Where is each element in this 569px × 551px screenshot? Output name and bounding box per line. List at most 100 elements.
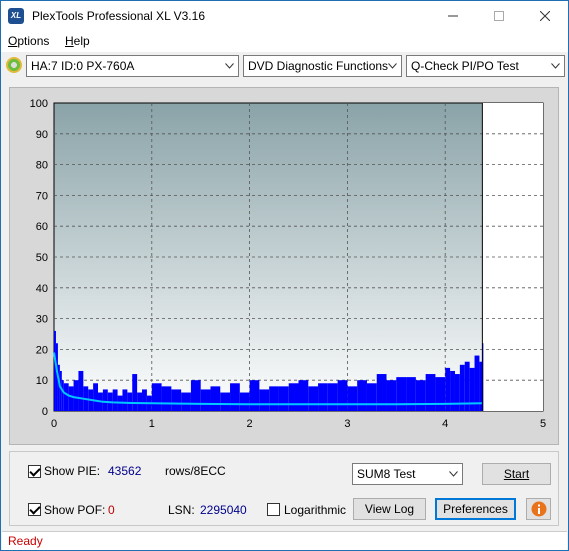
function-select[interactable]: DVD Diagnostic Functions xyxy=(243,55,402,77)
pie-bar xyxy=(68,386,74,411)
show-pie-checkbox[interactable] xyxy=(28,465,41,478)
app-window: XL PlexTools Professional XL V3.16 Optio… xyxy=(0,0,569,551)
pof-value: 0 xyxy=(108,503,115,517)
pie-bar xyxy=(59,370,62,411)
start-button[interactable]: Start xyxy=(482,463,551,485)
pie-bar xyxy=(308,386,319,411)
pie-bar xyxy=(151,383,162,411)
show-pof-label: Show POF: xyxy=(44,503,106,517)
y-tick-label: 80 xyxy=(36,160,48,172)
pie-bar xyxy=(415,380,426,411)
pie-bar xyxy=(137,392,143,411)
pie-bar xyxy=(122,389,128,411)
menu-options[interactable]: Options xyxy=(8,34,49,48)
pie-bar xyxy=(210,386,221,411)
pie-bar xyxy=(171,389,182,411)
pie-bar xyxy=(239,392,250,411)
pie-bar xyxy=(102,389,108,411)
pie-bar xyxy=(469,367,475,411)
y-tick-label: 20 xyxy=(36,344,48,356)
view-log-button[interactable]: View Log xyxy=(353,498,426,520)
rows-unit-label: rows/8ECC xyxy=(165,464,226,478)
preferences-label: Preferences xyxy=(443,502,508,516)
pie-bar xyxy=(63,383,69,411)
pie-bar xyxy=(269,386,279,411)
info-icon xyxy=(531,501,546,517)
pie-bar xyxy=(288,383,299,411)
y-tick-labels: 0 10 20 30 40 50 60 70 80 90 100 xyxy=(30,98,48,418)
pie-chart: 0 10 20 30 40 50 60 70 80 90 100 0 1 2 3 4 5 xyxy=(30,98,546,430)
x-tick-label: 4 xyxy=(442,418,448,430)
x-tick-label: 0 xyxy=(51,418,57,430)
y-tick-label: 90 xyxy=(36,129,48,141)
pie-bar xyxy=(259,389,270,411)
y-tick-label: 70 xyxy=(36,190,48,202)
menu-help[interactable]: Help xyxy=(65,34,90,48)
test-select[interactable]: Q-Check PI/PO Test xyxy=(406,55,565,77)
pie-bar xyxy=(376,374,387,411)
y-tick-label: 50 xyxy=(36,252,48,264)
test-select-value: Q-Check PI/PO Test xyxy=(411,59,519,73)
pie-bar xyxy=(220,392,231,411)
x-tick-label: 3 xyxy=(344,418,350,430)
sum-test-select[interactable]: SUM8 Test xyxy=(352,463,463,485)
x-tick-label: 5 xyxy=(540,418,546,430)
pie-bar xyxy=(454,374,460,411)
pie-bar xyxy=(327,383,338,411)
maximize-icon xyxy=(494,11,504,21)
pie-bar xyxy=(181,392,191,411)
pie-bar xyxy=(249,380,260,411)
pie-bar xyxy=(127,392,133,411)
x-tick-label: 1 xyxy=(149,418,155,430)
show-pie-label: Show PIE: xyxy=(44,464,101,478)
pie-bar xyxy=(435,377,446,411)
maximize-button[interactable] xyxy=(476,1,522,31)
pie-bar xyxy=(142,389,147,411)
close-icon xyxy=(540,11,550,21)
pie-bar xyxy=(396,377,407,411)
preferences-button[interactable]: Preferences xyxy=(435,498,516,520)
pie-value: 43562 xyxy=(108,464,142,478)
pie-bar xyxy=(386,380,397,411)
controls-panel: Show PIE: 43562 rows/8ECC SUM8 Test Star… xyxy=(9,451,559,526)
status-text: Ready xyxy=(8,534,43,548)
pie-bar xyxy=(406,377,416,411)
pie-bar xyxy=(318,383,328,411)
start-button-label: Start xyxy=(503,467,530,481)
pie-bar xyxy=(425,374,436,411)
pie-bar xyxy=(230,383,240,411)
chevron-down-icon xyxy=(224,56,234,76)
logarithmic-checkbox[interactable] xyxy=(267,503,280,516)
chevron-down-icon xyxy=(387,56,397,76)
y-tick-label: 30 xyxy=(36,314,48,326)
chart-panel: 0 10 20 30 40 50 60 70 80 90 100 0 1 2 3 4 5 xyxy=(9,87,559,445)
y-tick-label: 40 xyxy=(36,283,48,295)
plextools-logo-icon: XL xyxy=(8,8,24,24)
y-tick-label: 60 xyxy=(36,221,48,233)
x-tick-label: 2 xyxy=(247,418,253,430)
pie-bar xyxy=(112,389,118,411)
pie-bar xyxy=(78,370,84,411)
drive-select[interactable]: HA:7 ID:0 PX-760A xyxy=(26,55,239,77)
show-pof-checkbox[interactable] xyxy=(28,503,41,516)
lsn-label: LSN: xyxy=(168,503,195,517)
y-tick-label: 100 xyxy=(30,98,48,110)
pie-bar xyxy=(450,370,455,411)
close-button[interactable] xyxy=(522,1,568,31)
pie-bar xyxy=(200,389,211,411)
drive-select-value: HA:7 ID:0 PX-760A xyxy=(31,59,135,73)
view-log-label: View Log xyxy=(364,502,415,516)
minimize-button[interactable] xyxy=(430,1,476,31)
menu-bar: Options Help xyxy=(1,31,568,52)
status-bar: Ready xyxy=(2,531,567,550)
title-bar: XL PlexTools Professional XL V3.16 xyxy=(1,1,568,31)
y-tick-label: 0 xyxy=(42,406,48,418)
y-tick-label: 10 xyxy=(36,375,48,387)
function-select-value: DVD Diagnostic Functions xyxy=(248,59,389,73)
pie-bar xyxy=(298,380,309,411)
toolbar: HA:7 ID:0 PX-760A DVD Diagnostic Functio… xyxy=(1,52,568,80)
info-button[interactable] xyxy=(526,498,551,520)
chevron-down-icon xyxy=(448,464,458,484)
pie-bar xyxy=(57,364,60,411)
pie-bar xyxy=(61,380,64,411)
